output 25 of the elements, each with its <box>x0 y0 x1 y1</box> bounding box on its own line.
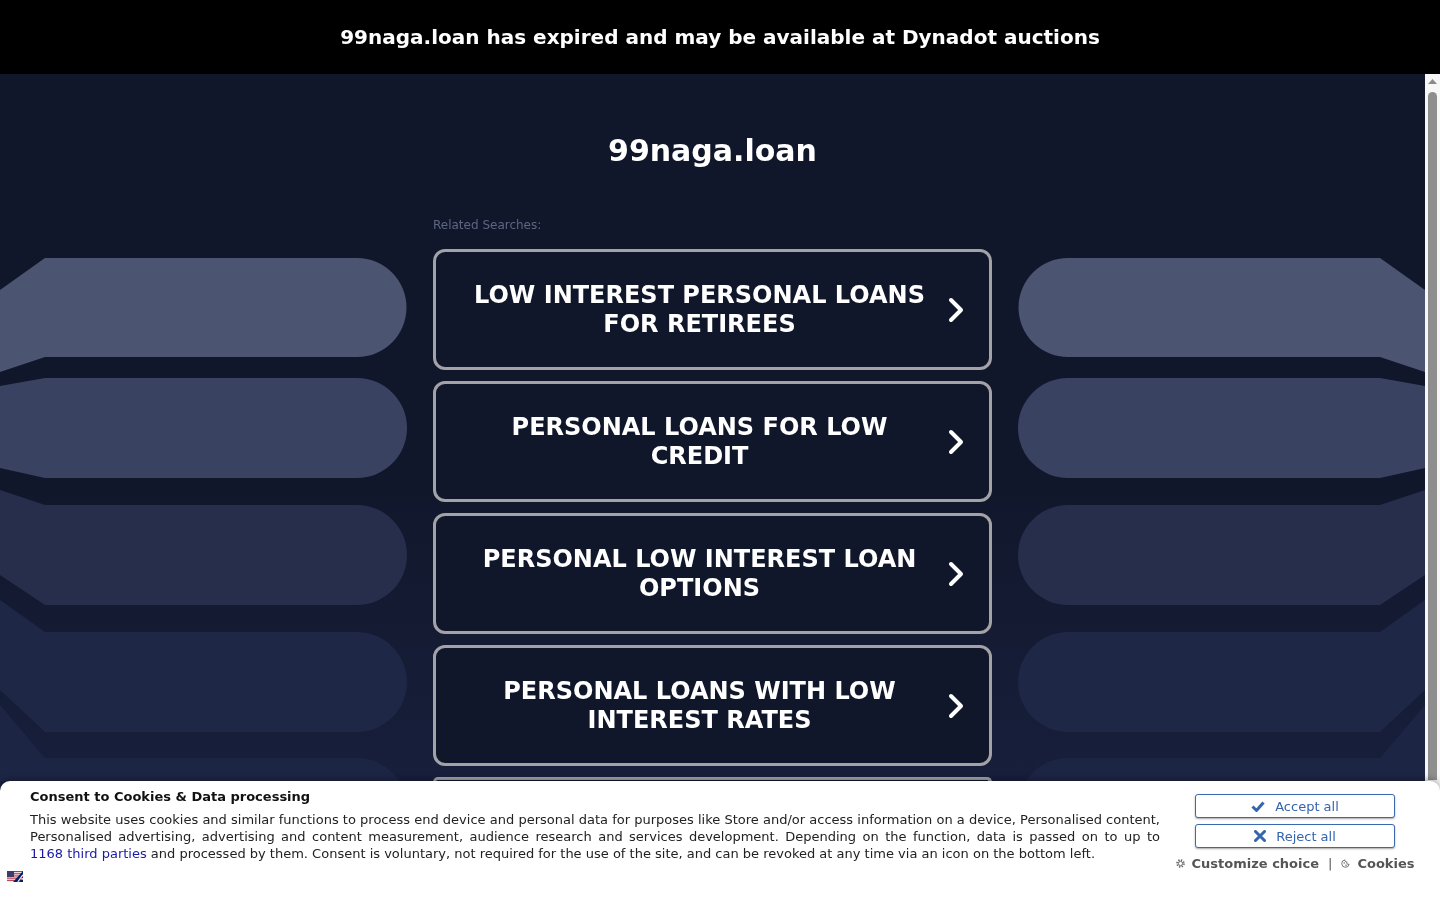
search-button[interactable]: PERSONAL LOANS WITH LOW INTEREST RATES <box>433 645 992 766</box>
check-icon <box>1251 800 1266 812</box>
accept-all-button[interactable]: Accept all <box>1195 794 1395 818</box>
settings-icon <box>1175 859 1185 868</box>
consent-title: Consent to Cookies & Data processing <box>30 789 312 805</box>
related-searches-label: Related Searches: <box>433 217 542 233</box>
search-button[interactable]: LOW INTEREST PERSONAL LOANS FOR RETIREES <box>433 249 992 370</box>
cookie-icon <box>1341 859 1351 868</box>
close-icon <box>1254 830 1267 842</box>
up-arrow-icon[interactable] <box>1428 79 1437 84</box>
chevron-right-icon <box>948 296 964 323</box>
chevron-right-icon <box>948 692 964 719</box>
customize-choice-link[interactable]: Customize choice <box>1175 856 1319 871</box>
chevron-right-icon <box>948 428 964 455</box>
search-button[interactable]: PERSONAL LOANS FOR LOW CREDIT <box>433 381 992 502</box>
consent-text: This website uses cookies and similar functions to process end device and personal data for purposes like Store and/or access information on a device, Personalised content, Personalised advertising, advertising and content measurement, audience research and services development. Depending on the function, data is passed on to up to 1168 third parties and processed by them. Consent is voluntary, not required for the use of the site, and can be revoked at any time via an icon on the bottom left. <box>30 811 1160 862</box>
third-parties-link[interactable]: 1168 third parties <box>30 846 147 861</box>
reject-all-button[interactable]: Reject all <box>1195 824 1395 848</box>
domain-title: 99naga.loan <box>608 133 817 169</box>
search-button[interactable]: PERSONAL LOW INTEREST LOAN OPTIONS <box>433 513 992 634</box>
expiry-message: 99naga.loan has expired and may be available at Dynadot auctions <box>340 25 1100 49</box>
link-separator: | <box>1328 856 1333 871</box>
chevron-right-icon <box>948 560 964 587</box>
cookies-link[interactable]: Cookies <box>1341 856 1415 871</box>
flag-icon[interactable] <box>7 871 23 882</box>
